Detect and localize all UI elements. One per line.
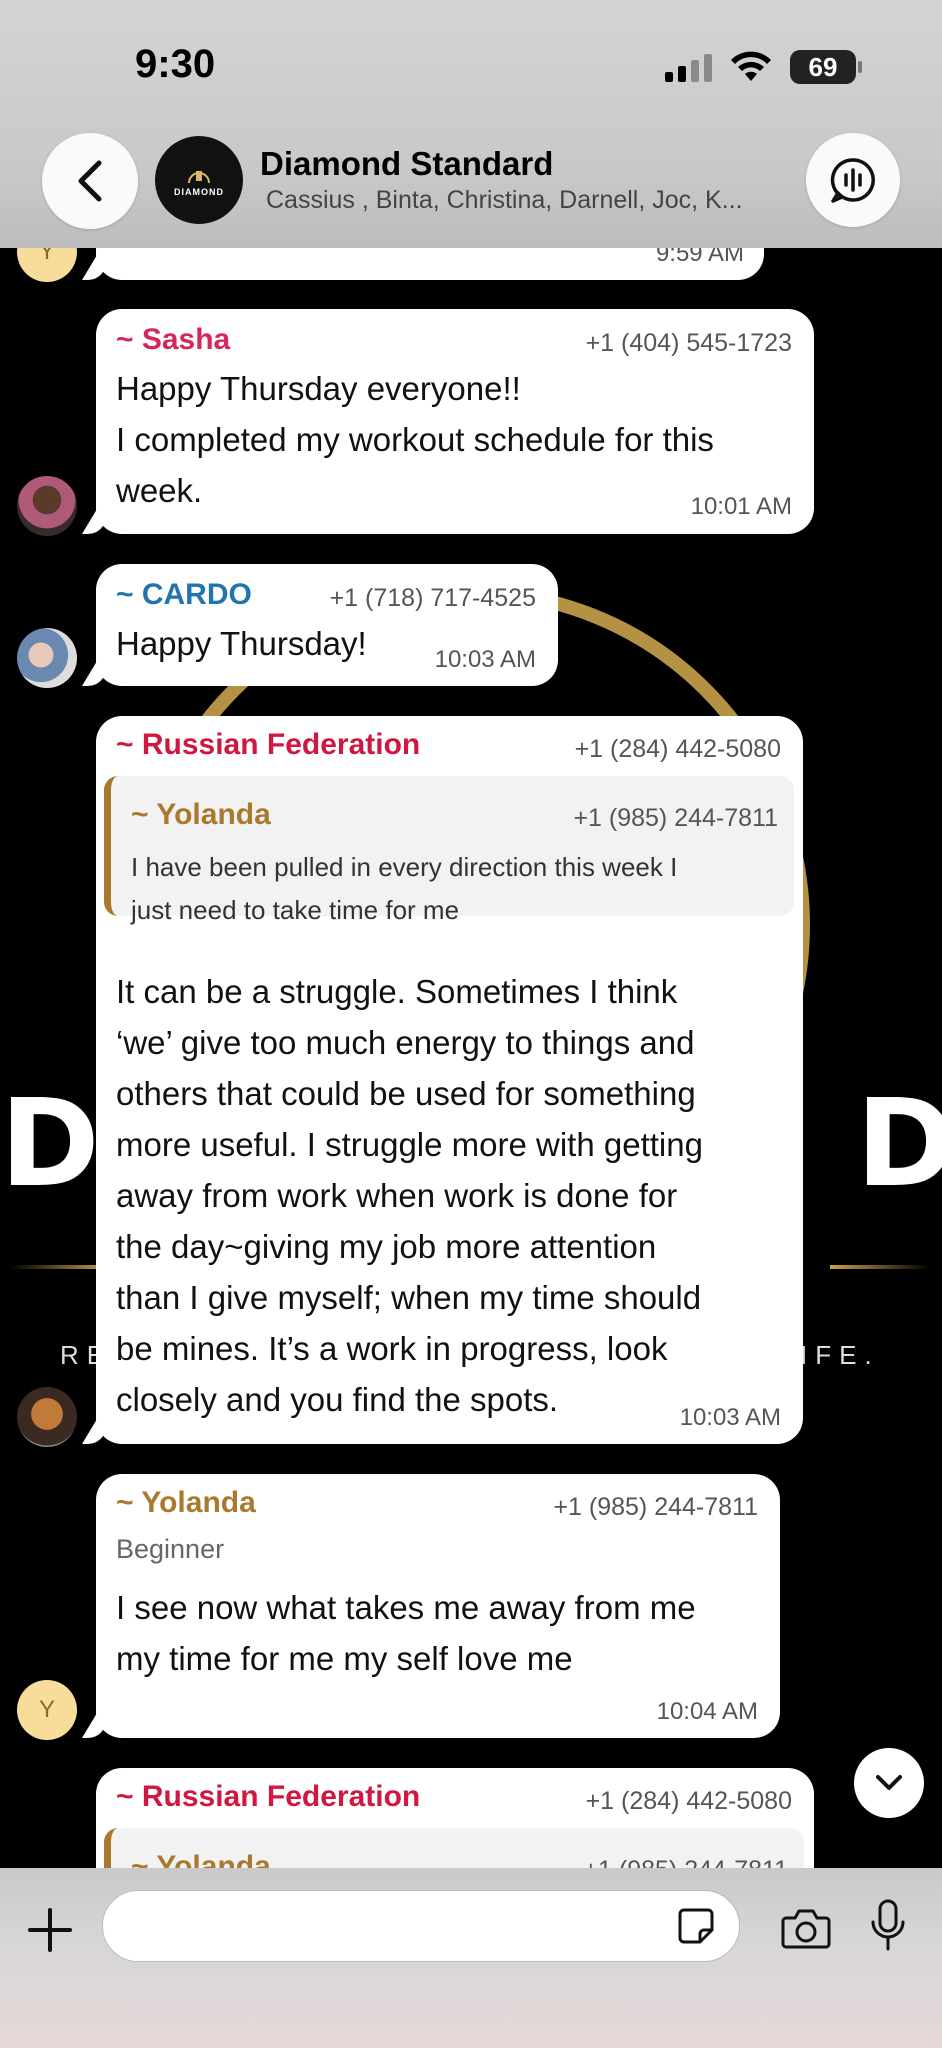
- chevron-down-icon: [876, 1775, 902, 1790]
- status-icons: 69: [665, 50, 862, 84]
- chevron-left-icon: [78, 160, 102, 202]
- cellular-signal-icon: [665, 52, 712, 82]
- plus-icon[interactable]: [24, 1904, 76, 1956]
- message-phone: +1 (284) 442-5080: [585, 1787, 792, 1815]
- message-text: I see now what takes me away from me my …: [116, 1589, 696, 1677]
- sender-role-label: Beginner: [116, 1534, 225, 1564]
- message-sender[interactable]: ~ Russian Federation: [116, 1780, 420, 1814]
- message-phone: +1 (718) 717-4525: [329, 584, 536, 612]
- message-phone: +1 (985) 244-7811: [553, 1493, 758, 1521]
- camera-icon[interactable]: [780, 1906, 832, 1950]
- message-timestamp: 10:03 AM: [679, 1404, 781, 1431]
- message-input[interactable]: [102, 1890, 740, 1962]
- message-bubble[interactable]: ~ CARDO +1 (718) 717-4525 Happy Thursday…: [82, 564, 558, 686]
- chat-header: 9:30 69 DIAMOND Diamond Standard Cassius…: [0, 0, 942, 248]
- message-timestamp: 10:01 AM: [690, 493, 792, 520]
- avatar-russian-federation[interactable]: [17, 1387, 77, 1447]
- message-phone: +1 (404) 545-1723: [585, 329, 792, 357]
- group-avatar[interactable]: DIAMOND: [155, 136, 243, 224]
- message-text: It can be a struggle. Sometimes I think …: [116, 973, 703, 1418]
- back-button[interactable]: [42, 133, 138, 229]
- message-bubble[interactable]: ~ Sasha +1 (404) 545-1723 Happy Thursday…: [82, 309, 814, 534]
- wallpaper-line-left: [10, 1265, 110, 1269]
- message-phone: +1 (284) 442-5080: [574, 735, 781, 763]
- avatar-yolanda[interactable]: Y: [17, 1680, 77, 1740]
- quoted-phone: +1 (985) 244-7811: [573, 804, 778, 832]
- message-text: Happy Thursday everyone!! I completed my…: [116, 370, 714, 509]
- sticker-icon[interactable]: [676, 1906, 716, 1946]
- voice-chat-icon: [830, 158, 875, 203]
- wallpaper-tagline-right: IFE.: [800, 1340, 880, 1370]
- message-text: Happy Thursday!: [116, 625, 367, 662]
- scroll-to-bottom-button[interactable]: [854, 1748, 924, 1818]
- microphone-icon[interactable]: [870, 1898, 906, 1952]
- message-input-bar: [0, 1868, 942, 2048]
- voice-chat-button[interactable]: [806, 133, 900, 227]
- group-avatar-text: DIAMOND: [174, 187, 224, 197]
- wallpaper-letter-left: D: [0, 1075, 100, 1214]
- message-sender[interactable]: ~ CARDO: [116, 578, 252, 612]
- quoted-text: I have been pulled in every direction th…: [131, 852, 678, 925]
- message-bubble[interactable]: ~ Russian Federation +1 (284) 442-5080 ~…: [82, 716, 803, 1444]
- message-sender[interactable]: ~ Russian Federation: [116, 728, 420, 762]
- quoted-message[interactable]: ~ Yolanda +1 (985) 244-7811 I have been …: [104, 776, 794, 925]
- battery-icon: 69: [790, 50, 862, 84]
- avatar-cardo[interactable]: [17, 628, 77, 688]
- wifi-icon: [731, 51, 771, 81]
- quoted-sender: ~ Yolanda: [131, 798, 271, 831]
- wallpaper-letter-right: D: [856, 1075, 942, 1214]
- message-sender[interactable]: ~ Sasha: [116, 323, 230, 357]
- chat-members[interactable]: Cassius , Binta, Christina, Darnell, Joc…: [266, 186, 743, 215]
- chat-title[interactable]: Diamond Standard: [260, 145, 553, 183]
- diamond-logo-icon: [188, 171, 210, 184]
- message-sender[interactable]: ~ Yolanda: [116, 1486, 256, 1520]
- avatar-sasha[interactable]: [17, 476, 77, 536]
- status-time: 9:30: [135, 42, 216, 86]
- wallpaper-line-right: [830, 1265, 930, 1269]
- message-timestamp: 10:04 AM: [656, 1698, 758, 1725]
- message-bubble[interactable]: ~ Yolanda +1 (985) 244-7811 Beginner I s…: [82, 1474, 780, 1738]
- message-timestamp: 10:03 AM: [434, 646, 536, 673]
